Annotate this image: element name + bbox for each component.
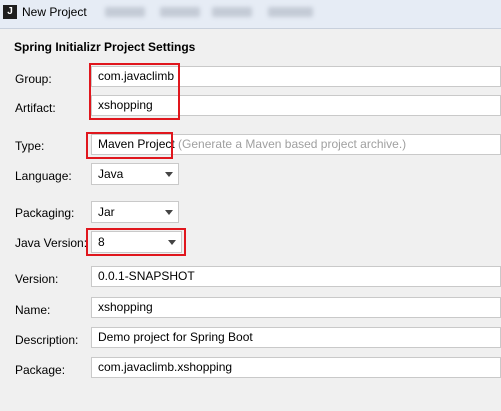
- group-label: Group:: [15, 72, 52, 86]
- language-value: Java: [98, 167, 124, 181]
- section-title: Spring Initializr Project Settings: [14, 40, 196, 54]
- version-value: 0.0.1-SNAPSHOT: [98, 269, 195, 283]
- package-label: Package:: [15, 363, 66, 377]
- intellij-icon: J: [3, 5, 17, 19]
- version-field[interactable]: 0.0.1-SNAPSHOT: [91, 266, 501, 287]
- description-field[interactable]: Demo project for Spring Boot: [91, 327, 501, 348]
- blurred-tab: [105, 7, 145, 17]
- description-value: Demo project for Spring Boot: [98, 330, 253, 344]
- name-value: xshopping: [98, 300, 153, 314]
- chevron-down-icon: [168, 240, 176, 245]
- group-field[interactable]: com.javaclimb: [91, 66, 501, 87]
- java-version-select[interactable]: 8: [91, 231, 182, 253]
- artifact-field[interactable]: xshopping: [91, 95, 501, 116]
- chevron-down-icon: [165, 172, 173, 177]
- name-label: Name:: [15, 303, 51, 317]
- blurred-tab: [268, 7, 313, 17]
- language-label: Language:: [15, 169, 72, 183]
- chevron-down-icon: [165, 210, 173, 215]
- type-hint: (Generate a Maven based project archive.…: [178, 137, 407, 151]
- type-label: Type:: [15, 139, 45, 153]
- language-select[interactable]: Java: [91, 163, 179, 185]
- group-value: com.javaclimb: [98, 69, 175, 83]
- package-field[interactable]: com.javaclimb.xshopping: [91, 357, 501, 378]
- java-version-value: 8: [98, 235, 105, 249]
- packaging-label: Packaging:: [15, 206, 75, 220]
- package-value: com.javaclimb.xshopping: [98, 360, 233, 374]
- description-label: Description:: [15, 333, 79, 347]
- packaging-value: Jar: [98, 205, 115, 219]
- packaging-select[interactable]: Jar: [91, 201, 179, 223]
- artifact-label: Artifact:: [15, 101, 56, 115]
- blurred-tab: [212, 7, 252, 17]
- title-bar: J New Project: [0, 0, 501, 29]
- name-field[interactable]: xshopping: [91, 297, 501, 318]
- window-title: New Project: [22, 5, 87, 19]
- blurred-tab: [160, 7, 200, 17]
- java-version-label: Java Version:: [15, 236, 88, 250]
- artifact-value: xshopping: [98, 98, 153, 112]
- version-label: Version:: [15, 272, 59, 286]
- type-select[interactable]: Maven Project (Generate a Maven based pr…: [91, 134, 501, 155]
- type-value: Maven Project: [98, 137, 175, 151]
